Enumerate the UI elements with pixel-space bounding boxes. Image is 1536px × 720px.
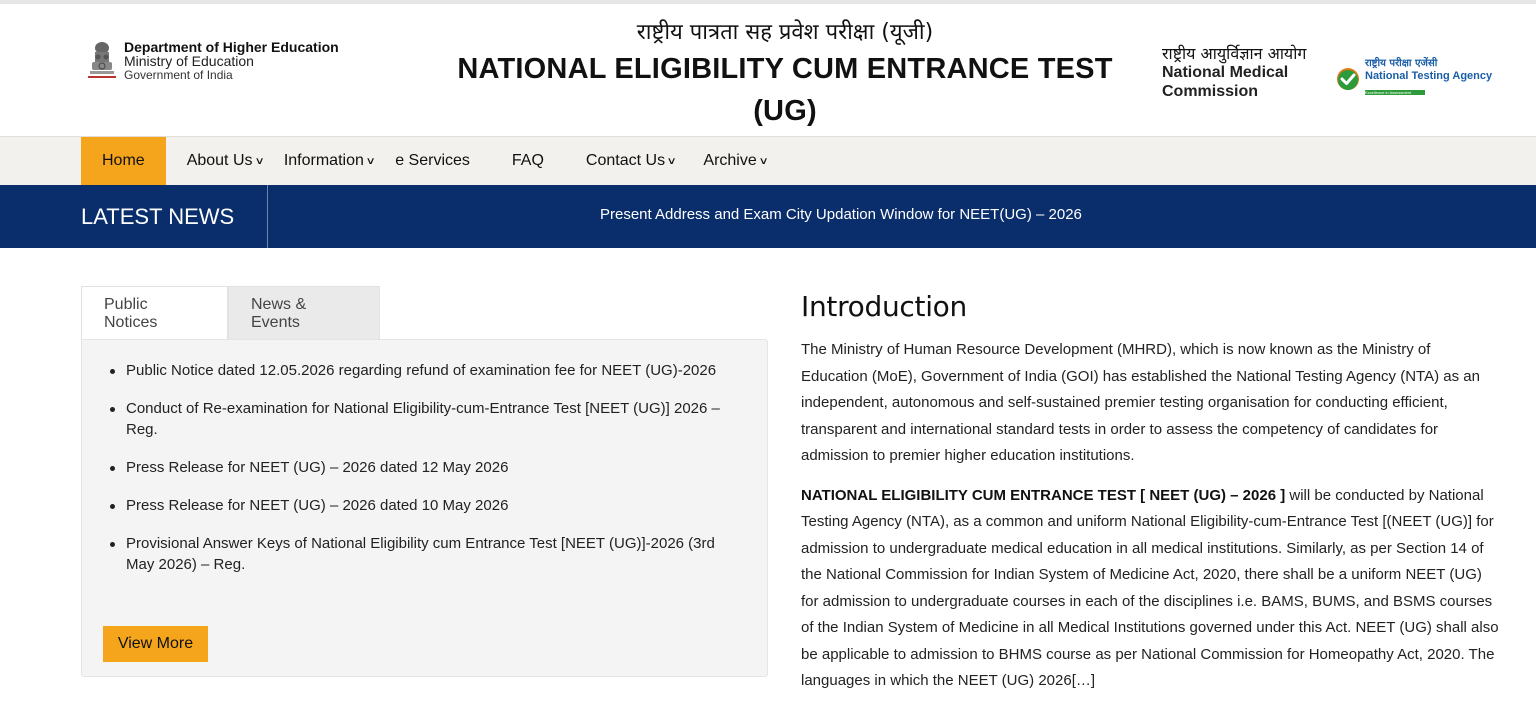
introduction-paragraph-2-text: will be conducted by National Testing Ag… [801,486,1499,690]
nav-about-us[interactable]: About Us ∨ [166,137,284,185]
nav-archive-label: Archive [703,152,757,169]
department-name: Department of Higher Education [124,39,339,55]
notice-text: Public Notice dated 12.05.2026 regarding… [126,362,717,379]
chevron-down-icon: ∨ [758,155,769,167]
bullet-icon [110,466,115,471]
notice-text: Press Release for NEET (UG) – 2026 dated… [126,497,509,514]
notice-item[interactable]: Conduct of Re-examination for National E… [108,398,727,440]
main-nav: Home About Us ∨ Information ∨ e Services F… [0,136,1536,185]
notice-item[interactable]: Provisional Answer Keys of National Elig… [108,533,727,575]
chevron-down-icon: ∨ [365,155,376,167]
nav-contact-label: Contact Us [585,152,666,169]
nav-home[interactable]: Home [81,137,166,185]
nav-information-label: Information [283,152,364,169]
introduction-heading: Introduction [801,290,967,323]
latest-news-label: LATEST NEWS [0,185,268,248]
bullet-icon [110,542,115,547]
national-emblem-icon [88,42,116,78]
tab-public-notices[interactable]: Public Notices [81,286,228,340]
nav-faq-label: FAQ [511,152,544,169]
chevron-down-icon: ∨ [666,155,677,167]
nmc-name-line1: National Medical [1162,64,1289,81]
title-english-line1: NATIONAL ELIGIBILITY CUM ENTRANCE TEST [457,53,1113,85]
government-name: Government of India [124,68,233,82]
ministry-name: Ministry of Education [124,53,254,69]
view-more-button[interactable]: View More [103,626,208,662]
notice-list: Public Notice dated 12.05.2026 regarding… [82,340,767,575]
notice-item[interactable]: Press Release for NEET (UG) – 2026 dated… [108,457,727,478]
notice-text: Press Release for NEET (UG) – 2026 dated… [126,459,509,476]
site-header: Department of Higher Education Ministry … [0,4,1536,136]
title-hindi: राष्ट्रीय पात्रता सह प्रवेश परीक्षा (यूज… [636,20,934,45]
latest-news-bar: LATEST NEWS Present Address and Exam Cit… [0,185,1536,248]
nav-e-services[interactable]: e Services [395,137,491,185]
nta-tagline: Excellence in Assessment [1365,90,1425,95]
news-ticker-link[interactable]: Present Address and Exam City Updation W… [600,206,1082,223]
department-logo-block[interactable]: Department of Higher Education Ministry … [86,40,339,92]
bullet-icon [110,369,115,374]
nav-faq[interactable]: FAQ [491,137,565,185]
notice-item[interactable]: Public Notice dated 12.05.2026 regarding… [108,360,727,381]
notice-panel: Public Notice dated 12.05.2026 regarding… [81,339,768,677]
main-content: Public Notices News & Events Public Noti… [0,248,1536,720]
title-english-line2: (UG) [753,95,817,127]
nmc-name-line2: Commission [1162,83,1259,100]
nav-archive[interactable]: Archive ∨ [696,137,788,185]
bullet-icon [110,504,115,509]
site-title: राष्ट्रीय पात्रता सह प्रवेश परीक्षा (यूज… [450,18,1120,132]
nav-information[interactable]: Information ∨ [284,137,395,185]
tab-news-events[interactable]: News & Events [228,286,380,340]
introduction-paragraph-1: The Ministry of Human Resource Developme… [801,341,1480,464]
nmc-logo[interactable]: राष्ट्रीय आयुर्विज्ञान आयोग National Med… [1162,44,1306,101]
notice-text: Conduct of Re-examination for National E… [126,400,720,438]
nav-eservices-label: e Services [395,152,470,169]
introduction-section: Introduction The Ministry of Human Resou… [801,290,1501,708]
nmc-hindi: राष्ट्रीय आयुर्विज्ञान आयोग [1162,44,1307,63]
nta-checkmark-icon [1337,68,1359,90]
nav-contact-us[interactable]: Contact Us ∨ [565,137,696,185]
bullet-icon [110,407,115,412]
notice-item[interactable]: Press Release for NEET (UG) – 2026 dated… [108,495,727,516]
nav-home-label: Home [102,152,145,169]
nta-hindi: राष्ट्रीय परीक्षा एजेंसी [1365,58,1438,69]
chevron-down-icon: ∨ [254,155,265,167]
neet-title-bold: NATIONAL ELIGIBILITY CUM ENTRANCE TEST [… [801,486,1286,504]
notice-tabs: Public Notices News & Events [81,286,380,340]
nav-about-label: About Us [186,152,253,169]
introduction-paragraph-2: NATIONAL ELIGIBILITY CUM ENTRANCE TEST [… [801,483,1501,695]
nta-logo[interactable]: राष्ट्रीय परीक्षा एजेंसी National Testin… [1336,58,1492,100]
nta-english: National Testing Agency [1365,70,1493,82]
notice-text: Provisional Answer Keys of National Elig… [126,535,715,573]
